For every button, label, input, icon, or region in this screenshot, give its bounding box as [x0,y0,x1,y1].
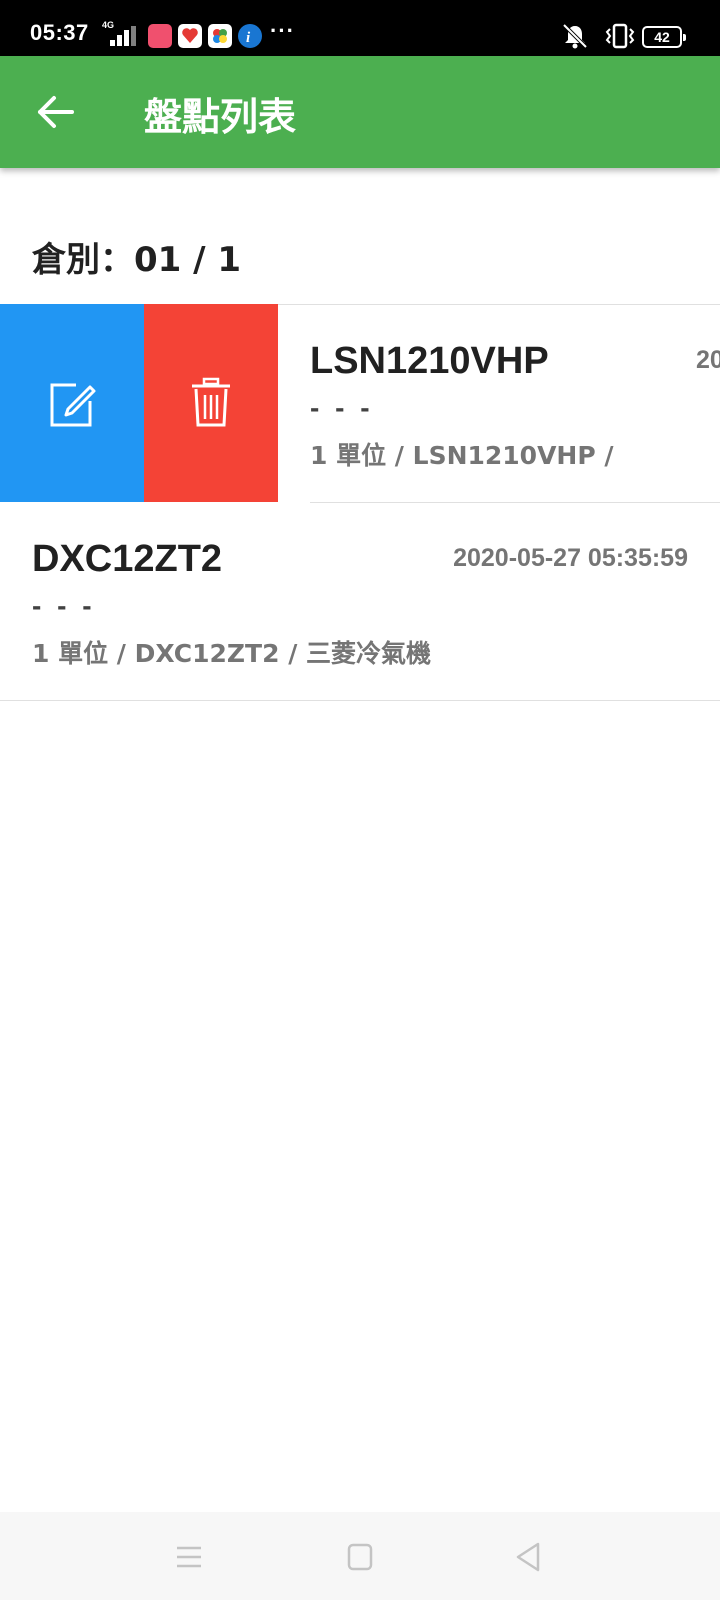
square-home-icon [347,1543,373,1571]
recent-apps-button[interactable] [172,1540,206,1574]
item-model: LSN1210VHP [310,340,549,382]
item-date: 2020-05-27 05:35:59 [696,346,720,374]
edit-icon [50,383,96,427]
home-button[interactable] [343,1540,377,1574]
list-item[interactable]: DXC12ZT2 2020-05-27 05:35:59 - - - 1 單位 … [0,502,720,700]
battery-level: 42 [654,29,670,45]
app-notification-icon [148,24,172,48]
arrow-left-icon [38,96,74,128]
delete-button[interactable] [144,304,278,502]
navigation-bar [0,1512,720,1600]
signal-icon: 4G [102,20,142,48]
app-notification-icon [178,24,202,48]
divider [0,700,720,701]
status-right: 42 [560,22,690,50]
app-notification-icon [208,24,232,48]
mute-icon [562,23,588,49]
item-dash: - - - [32,590,96,621]
system-back-button[interactable] [512,1540,546,1574]
item-model: DXC12ZT2 [32,538,223,580]
status-time: 05:37 [30,20,89,45]
triangle-back-icon [516,1542,540,1572]
list-item[interactable]: LSN1210VHP 2020-05-27 05:35:59 - - - 1 單… [278,304,720,502]
page-title: 盤點列表 [144,95,297,139]
status-bar: 05:37 4G i ··· 42 [0,0,720,56]
vibrate-icon [605,23,635,49]
menu-icon [177,1546,201,1568]
more-notifications-icon: ··· [270,18,295,43]
item-dash: - - - [310,392,374,423]
app-notification-icon: i [238,24,262,48]
network-type: 4G [102,20,115,30]
trash-icon [192,377,230,427]
item-date: 2020-05-27 05:35:59 [453,544,688,572]
battery-indicator: 42 [642,26,686,48]
back-button[interactable] [30,90,78,134]
svg-text:i: i [246,30,251,46]
item-detail: 1 單位 / DXC12ZT2 / 三菱冷氣機 [32,639,432,668]
warehouse-label: 倉別：01 / 1 [32,240,242,280]
item-detail: 1 單位 / LSN1210VHP / [310,441,614,470]
app-bar: 盤點列表 [0,56,720,168]
edit-button[interactable] [0,304,144,502]
